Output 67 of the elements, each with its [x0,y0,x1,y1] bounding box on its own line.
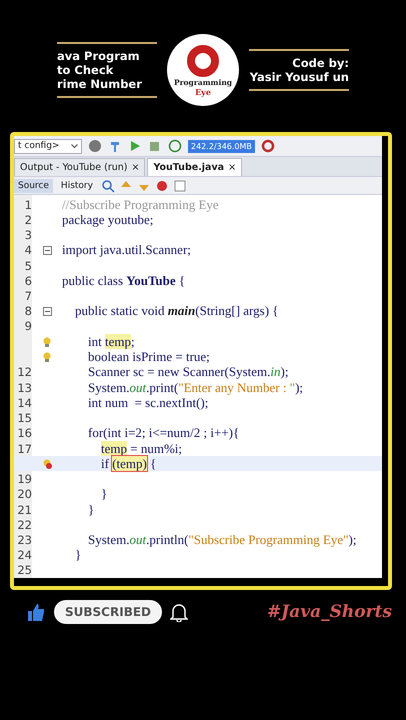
code-line: System.out.println("Subscribe Programming Eye"); [87,532,356,548]
hashtag-text: #Java_Shorts [266,602,392,622]
line-number: 6 [24,273,32,288]
line-number: 22 [16,517,32,532]
record-icon[interactable] [154,178,169,192]
line-number: 9 [24,318,32,334]
fold-icon[interactable] [42,246,52,255]
sphere-icon[interactable] [88,139,102,153]
title-text: ava Program [57,49,140,63]
run-icon[interactable] [128,139,142,153]
line-number: 2 [24,212,32,228]
line-number: 12 [16,364,32,380]
line-number: 25 [16,562,32,578]
title-text: rime Number [57,77,142,91]
title-text: to Check [57,63,114,77]
line-number: 13 [16,380,32,396]
code-line: Scanner sc = new Scanner(System.in); [87,364,288,380]
bulb-icon[interactable] [42,352,52,362]
line-number: 1 [24,197,32,212]
code-line: temp = num%i; [100,440,182,457]
logo-subtext: Eye [195,86,211,96]
line-number: 21 [16,502,32,518]
bell-icon[interactable] [170,602,188,622]
search-icon[interactable] [100,178,115,192]
view-tab[interactable]: Source [14,178,53,192]
line-number: 20 [16,486,32,502]
code-line: import java.util.Scanner; [62,242,191,258]
config-dropdown[interactable]: t config> [14,138,82,154]
line-number: 23 [16,532,32,548]
bulb-icon[interactable] [42,336,52,347]
line-number: 19 [16,471,32,487]
line-number: 17 [16,440,32,456]
editor-tab[interactable]: YouTube.java × [147,158,242,176]
code-line: package youtube; [62,212,154,228]
code-line: //Subscribe Programming Eye [62,196,219,213]
code-line: if (temp) { [100,456,156,472]
line-number: 14 [16,395,32,410]
code-line: } [74,547,82,564]
line-number: 24 [16,548,32,563]
subscribe-button[interactable]: SUBSCRIBED [54,600,162,624]
author-text: Yasir Yousuf un [250,70,349,84]
code-line: System.out.print("Enter any Number : "); [87,380,304,396]
code-line: public class YouTube { [62,272,186,289]
line-number: 7 [24,288,32,304]
code-line: int temp; [87,334,135,350]
code-line: for(int i=2; i<=num/2 ; i++){ [87,425,240,442]
author-text: Code by: [292,56,349,70]
code-line: } [87,502,94,518]
line-number: 8 [24,304,32,319]
code-line: } [100,486,108,502]
caret-icon[interactable] [71,144,78,148]
code-line: int num = sc.nextInt(); [87,394,208,411]
line-number: 16 [16,426,32,441]
code-line: public static void main(String[] args) { [74,303,279,320]
code-line: boolean isPrime = true; [87,348,210,365]
line-number: 4 [24,242,32,258]
editor-tab[interactable]: Output - YouTube (run) × [14,158,146,176]
fold-icon[interactable] [42,306,52,316]
line-number: 5 [24,258,32,274]
ring-icon [186,44,220,78]
stop-icon[interactable] [172,178,187,192]
error-bulb-icon[interactable] [42,458,52,469]
line-number: 3 [24,228,32,243]
line-number: 15 [16,410,32,426]
view-tab[interactable]: History [56,178,97,192]
thumbs-up-icon[interactable] [26,602,46,622]
memory-indicator[interactable]: 242.2/346.0MB [188,140,255,152]
